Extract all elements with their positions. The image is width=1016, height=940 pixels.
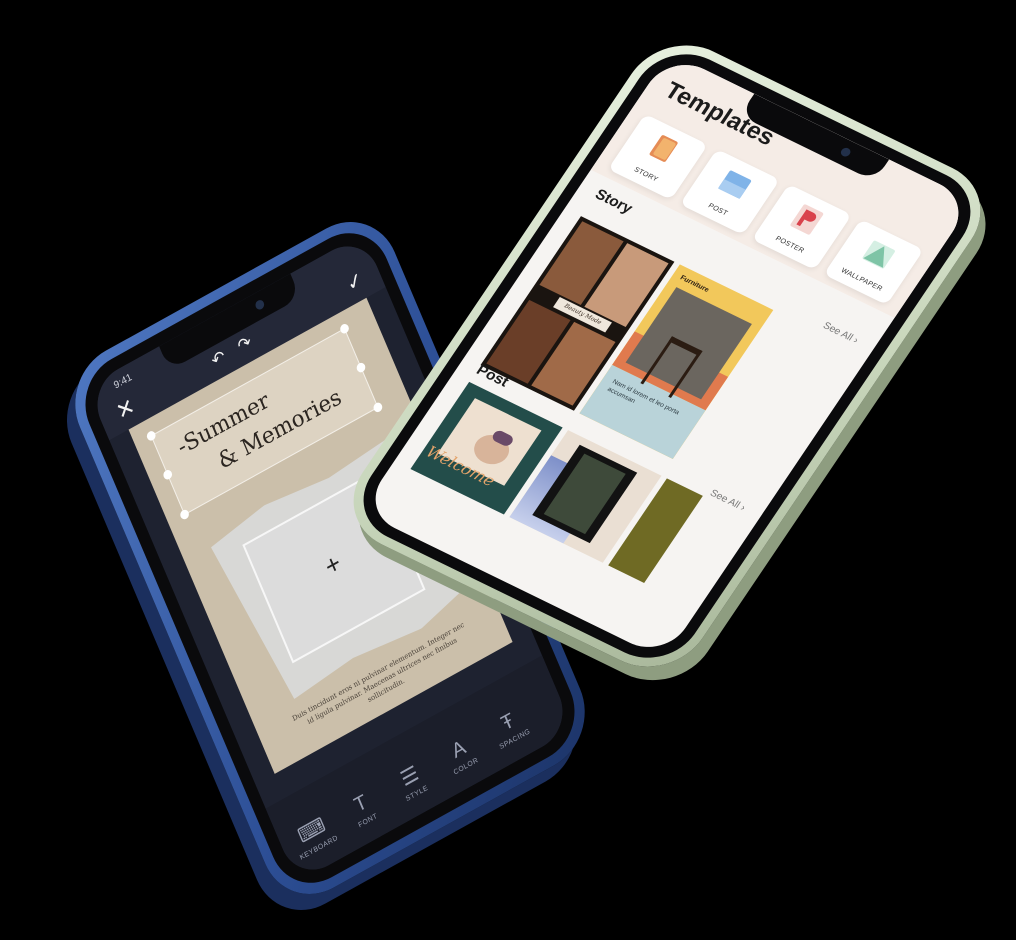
- resize-handle-ml[interactable]: [162, 468, 174, 482]
- status-time: 9:41: [112, 371, 134, 392]
- camera-icon: [839, 146, 853, 158]
- check-icon[interactable]: ✓: [343, 266, 367, 297]
- tool-font[interactable]: T FONT: [336, 782, 391, 836]
- resize-handle-mr[interactable]: [355, 361, 367, 374]
- post-see-all-link[interactable]: See All ›: [708, 488, 748, 514]
- close-icon[interactable]: ✕: [112, 393, 138, 425]
- wallpaper-icon: [862, 240, 895, 269]
- tool-keyboard[interactable]: ⌨ KEYBOARD: [287, 809, 342, 863]
- resize-handle-tl[interactable]: [145, 429, 157, 443]
- tool-style[interactable]: ☰ STYLE: [385, 755, 440, 809]
- poster-icon: [790, 204, 824, 235]
- undo-icon[interactable]: ↶: [209, 346, 229, 371]
- story-icon: [649, 135, 678, 162]
- post-icon: [717, 170, 752, 199]
- story-see-all-link[interactable]: See All ›: [821, 320, 861, 346]
- tool-color[interactable]: A COLOR: [434, 728, 489, 782]
- redo-icon[interactable]: ↷: [235, 332, 255, 357]
- tool-spacing[interactable]: Ŧ SPACING: [483, 701, 538, 755]
- resize-handle-br[interactable]: [372, 401, 384, 414]
- story-section-title: Story: [591, 185, 636, 218]
- camera-icon: [254, 298, 266, 312]
- resize-handle-bl[interactable]: [178, 508, 191, 521]
- resize-handle-tr[interactable]: [338, 322, 351, 336]
